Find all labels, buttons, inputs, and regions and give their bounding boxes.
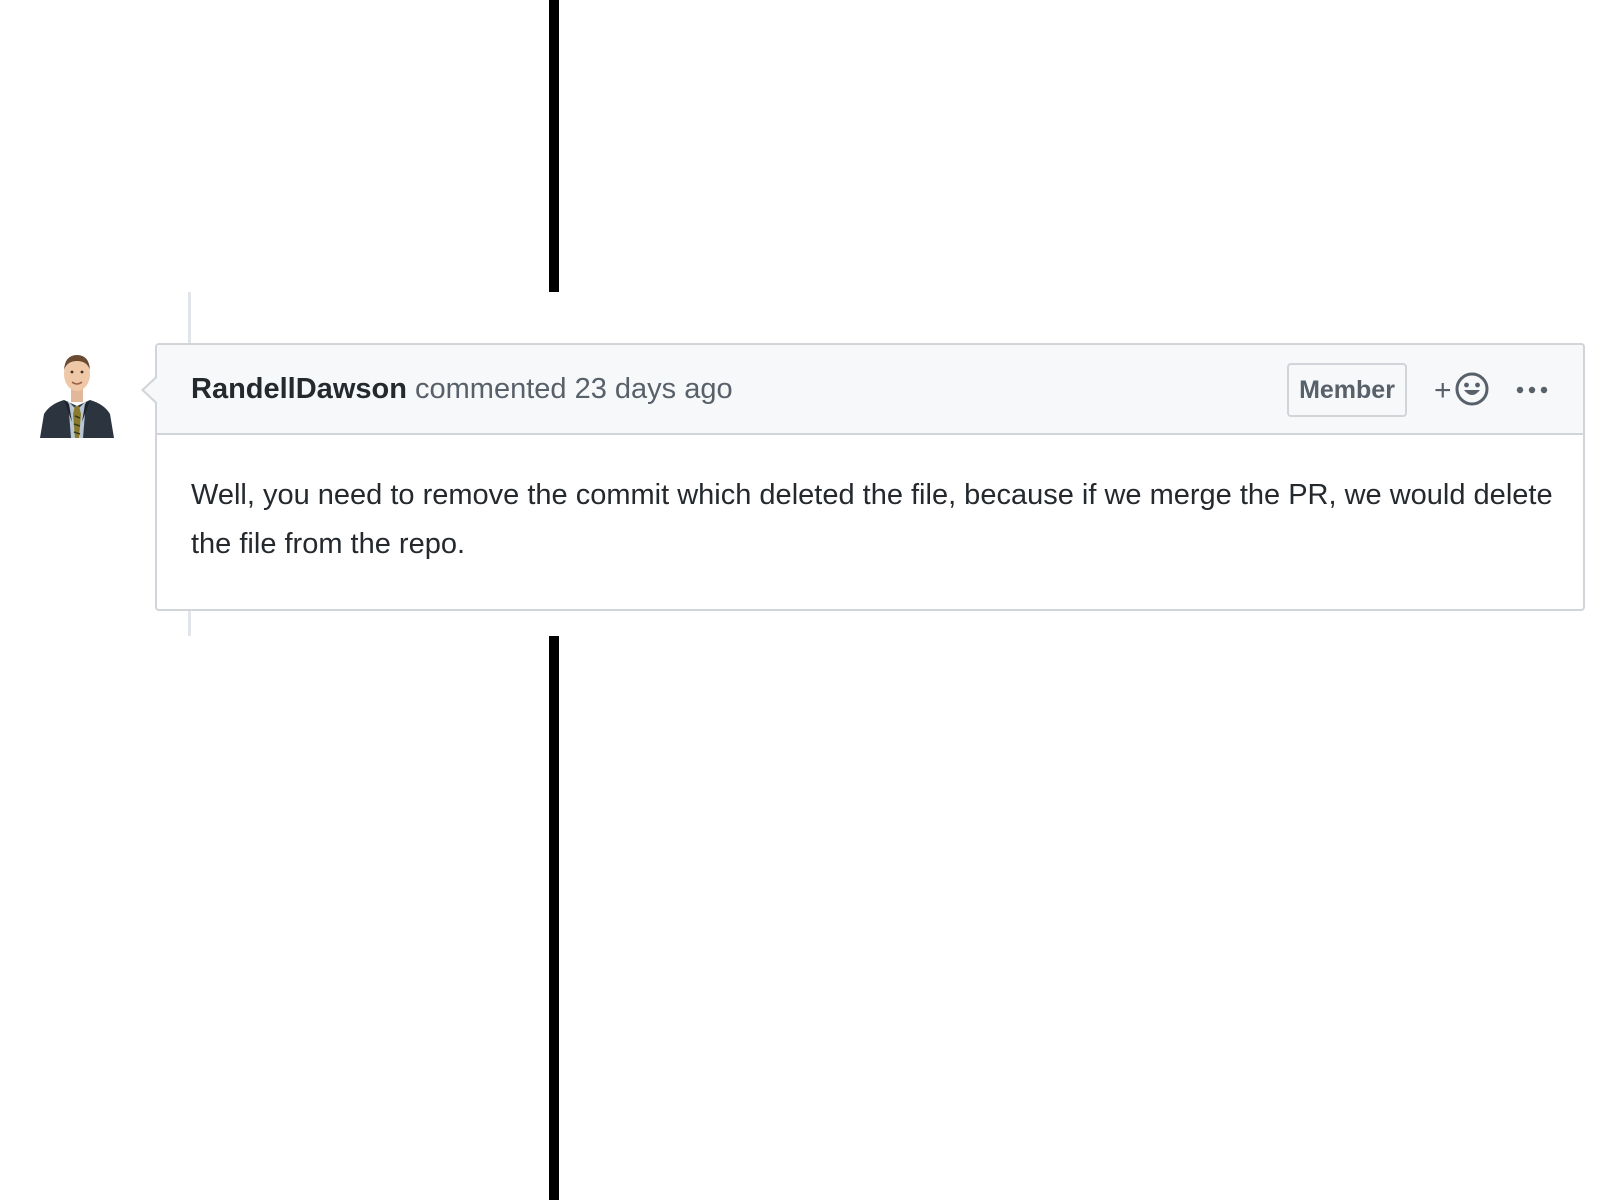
- timeline-rail-bottom: [188, 610, 191, 636]
- plus-label: +: [1434, 374, 1452, 407]
- avatar-image: [36, 344, 118, 438]
- comment-header: RandellDawson commented 23 days ago Memb…: [157, 345, 1583, 435]
- smiley-icon: [1454, 371, 1490, 412]
- more-options-button[interactable]: [1512, 371, 1552, 411]
- member-badge: Member: [1287, 363, 1407, 417]
- timeline-rail-top: [188, 292, 191, 344]
- author-link[interactable]: RandellDawson: [191, 373, 407, 405]
- comment-body: Well, you need to remove the commit whic…: [191, 479, 1553, 560]
- add-reaction-button[interactable]: +: [1434, 371, 1490, 411]
- comment-arrow-fill: [144, 377, 158, 403]
- kebab-horizontal-icon: [1515, 382, 1549, 400]
- divider-line-top: [549, 0, 559, 292]
- divider-line-bottom: [549, 636, 559, 1200]
- comment-action: commented: [415, 373, 567, 405]
- comment-header-text: RandellDawson commented 23 days ago: [191, 345, 733, 433]
- avatar[interactable]: [36, 344, 118, 438]
- comment-timestamp[interactable]: 23 days ago: [575, 373, 733, 405]
- comment-card: RandellDawson commented 23 days ago Memb…: [141, 343, 1585, 611]
